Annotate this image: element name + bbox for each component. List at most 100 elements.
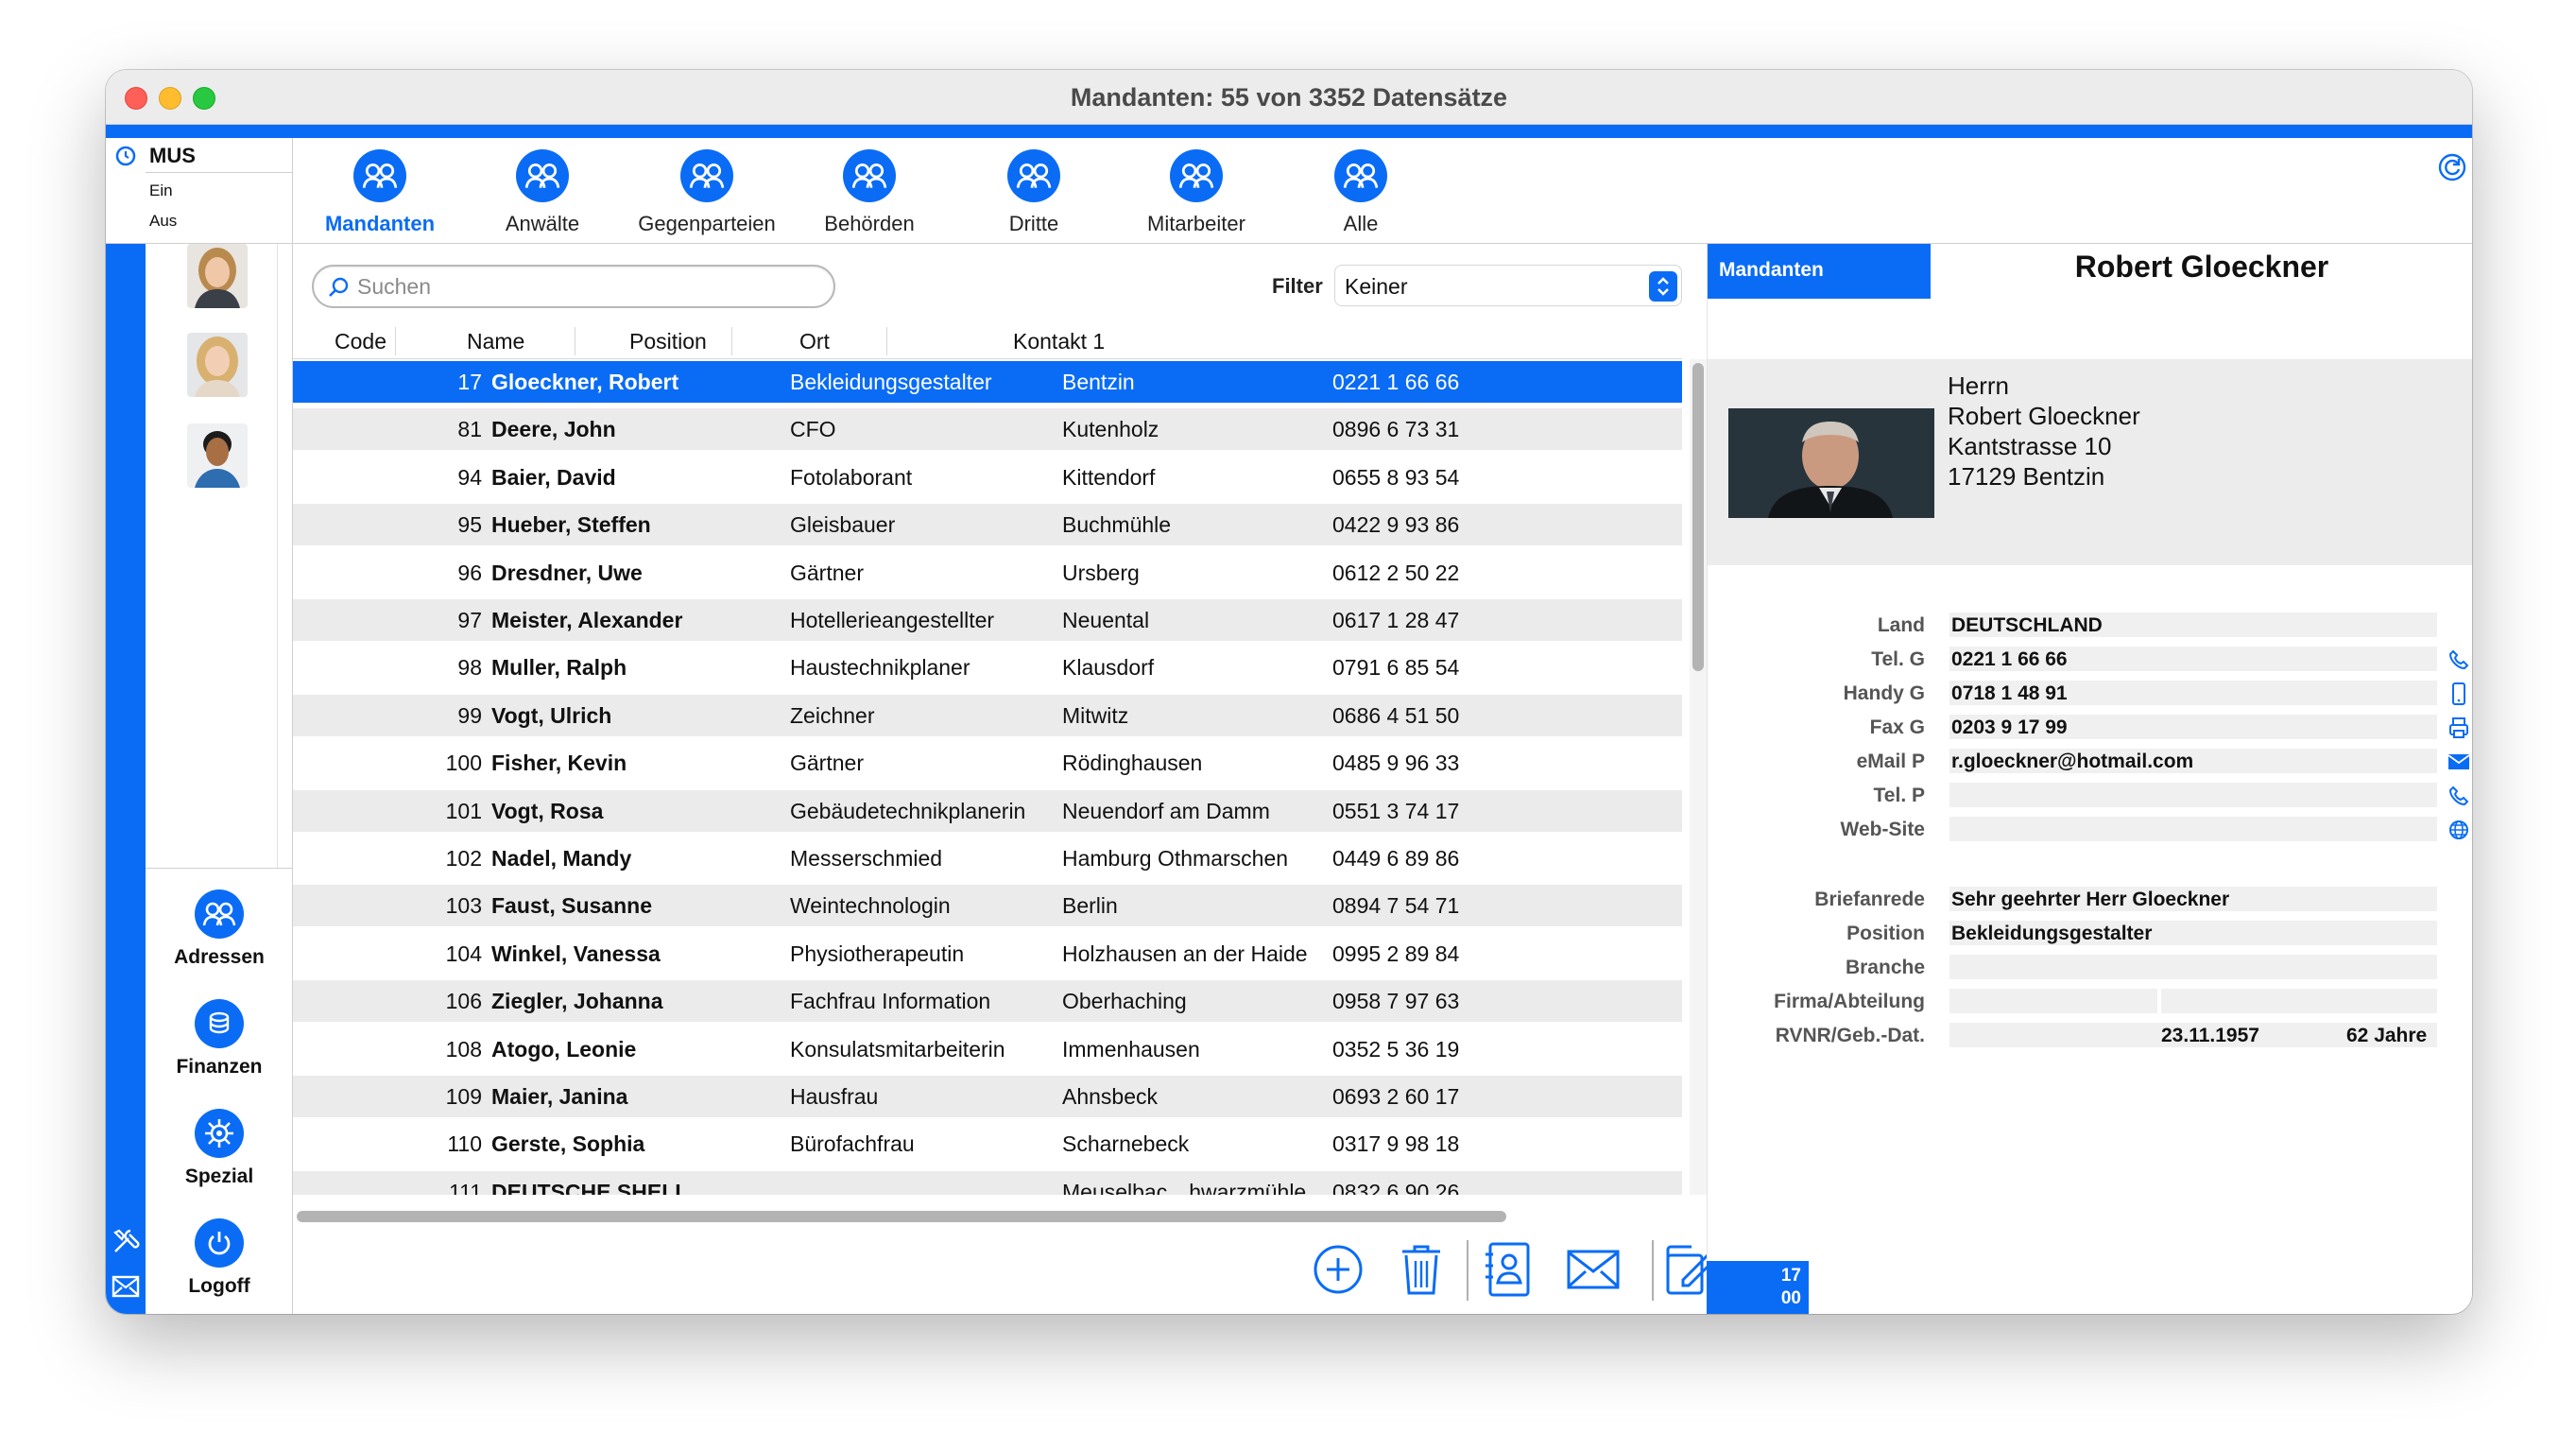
tab-dritte[interactable]: Dritte <box>949 149 1119 236</box>
tab-alle[interactable]: Alle <box>1276 149 1446 236</box>
tab-anwaelte[interactable]: Anwälte <box>457 149 627 236</box>
table-row[interactable]: 100 Fisher, Kevin Gärtner Rödinghausen 0485 … <box>293 742 1682 784</box>
search-field[interactable] <box>312 265 835 308</box>
table-row[interactable]: 81 Deere, John CFO Kutenholz 0896 6 73 31 <box>293 408 1682 451</box>
column-header-position[interactable]: Position <box>629 329 707 354</box>
horizontal-scrollbar[interactable] <box>293 1208 1682 1225</box>
aus-row[interactable]: Aus <box>106 206 293 236</box>
field-value[interactable]: 0221 1 66 66 <box>1949 647 2437 671</box>
cell-code: 94 <box>457 464 482 490</box>
table-row[interactable]: 101 Vogt, Rosa Gebäudetechnikplanerin Neuen… <box>293 789 1682 832</box>
table-row[interactable]: 103 Faust, Susanne Weintechnologin Berlin 08… <box>293 885 1682 927</box>
mail-icon[interactable] <box>2447 750 2471 774</box>
tab-behoerden[interactable]: Behörden <box>784 149 954 236</box>
avatar[interactable] <box>187 244 248 308</box>
table-row[interactable]: 111 DEUTSCHE SHELL Meuselbac…hwarzmühle 083… <box>293 1170 1682 1195</box>
delete-button[interactable] <box>1393 1240 1450 1299</box>
cell-code: 104 <box>445 941 482 966</box>
phone-icon[interactable] <box>2447 784 2471 808</box>
search-input[interactable] <box>357 272 811 301</box>
field-value-secondary[interactable] <box>2161 989 2437 1013</box>
phone-icon[interactable] <box>2447 647 2471 672</box>
mus-panel: MUS Ein Aus <box>106 138 293 244</box>
table-row[interactable]: 97 Meister, Alexander Hotellerieangestellt… <box>293 599 1682 641</box>
nav-logoff[interactable]: Logoff <box>146 1218 293 1298</box>
field-value[interactable]: 23.11.1957 62 Jahre <box>1949 1023 2437 1047</box>
cell-ort: Berlin <box>1062 893 1118 919</box>
column-header-kontakt[interactable]: Kontakt 1 <box>1013 329 1105 354</box>
address-line: Herrn <box>1948 371 2010 400</box>
field-value[interactable]: DEUTSCHLAND <box>1949 613 2437 637</box>
column-header-code[interactable]: Code <box>335 329 386 354</box>
mobile-icon[interactable] <box>2447 682 2471 706</box>
field-value[interactable]: 0203 9 17 99 <box>1949 715 2437 739</box>
search-icon <box>327 276 350 303</box>
cell-position: Messerschmied <box>790 846 943 871</box>
send-mail-button[interactable] <box>1565 1240 1622 1299</box>
globe-icon[interactable] <box>2447 818 2471 842</box>
mus-label: MUS <box>149 144 196 167</box>
scroll-thumb[interactable] <box>297 1211 1506 1222</box>
table-row[interactable]: 104 Winkel, Vanessa Physiotherapeutin Holzh… <box>293 933 1682 975</box>
table-row[interactable]: 99 Vogt, Ulrich Zeichner Mitwitz 0686 4 51 5… <box>293 694 1682 736</box>
field-value-text: 0203 9 17 99 <box>1951 716 2068 738</box>
tab-mitarbeiter[interactable]: Mitarbeiter <box>1111 149 1281 236</box>
cell-name: Atogo, Leonie <box>491 1036 637 1062</box>
field-position: Position Bekleidungsgestalter <box>1708 921 2472 947</box>
table-row[interactable]: 109 Maier, Janina Hausfrau Ahnsbeck 0693 2 6… <box>293 1076 1682 1117</box>
ein-row[interactable]: Ein <box>106 176 293 206</box>
field-label: Fax G <box>1869 716 1925 738</box>
table-row[interactable]: 108 Atogo, Leonie Konsulatsmitarbeiterin Im… <box>293 1028 1682 1070</box>
table-row[interactable]: 17 Gloeckner, Robert Bekleidungsgestalter B… <box>293 361 1682 403</box>
field-rvnr: RVNR/Geb.-Dat. 23.11.1957 62 Jahre <box>1708 1023 2472 1049</box>
tab-label: Anwälte <box>505 212 580 235</box>
field-value-text: 0718 1 48 91 <box>1951 682 2068 704</box>
cell-position: Weintechnologin <box>790 893 951 919</box>
tab-mandanten[interactable]: Mandanten <box>295 149 465 236</box>
clock-display: 17 00 <box>1707 1261 1809 1314</box>
left-strip <box>106 138 146 1314</box>
table-row[interactable]: 96 Dresdner, Uwe Gärtner Ursberg 0612 2 50 2… <box>293 552 1682 594</box>
nav-adressen[interactable]: Adressen <box>146 889 293 969</box>
nav-spezial[interactable]: Spezial <box>146 1109 293 1188</box>
field-value[interactable]: Bekleidungsgestalter <box>1949 921 2437 945</box>
address-book-button[interactable] <box>1480 1240 1537 1299</box>
address-line: Kantstrasse 10 <box>1948 432 2112 460</box>
fax-icon[interactable] <box>2447 716 2471 740</box>
vertical-scrollbar[interactable] <box>1690 359 1707 1195</box>
nav-finanzen[interactable]: Finanzen <box>146 999 293 1079</box>
field-value[interactable] <box>1949 955 2437 979</box>
field-value[interactable] <box>1949 817 2437 841</box>
tab-gegenparteien[interactable]: Gegenparteien <box>622 149 792 236</box>
cell-ort: Neuental <box>1062 608 1150 632</box>
table-row[interactable]: 110 Gerste, Sophia Bürofachfrau Scharnebeck… <box>293 1123 1682 1165</box>
field-value[interactable]: 0718 1 48 91 <box>1949 681 2437 705</box>
field-label: Web-Site <box>1840 819 1925 840</box>
table-row[interactable]: 102 Nadel, Mandy Messerschmied Hamburg Othm… <box>293 837 1682 879</box>
field-label: Handy G <box>1843 682 1925 704</box>
side-navigation: Adressen Finanzen Spezial Logoff <box>146 868 293 1314</box>
filter-select[interactable]: Keiner <box>1334 265 1682 306</box>
field-value[interactable]: r.gloeckner@hotmail.com <box>1949 749 2437 773</box>
field-value[interactable] <box>1949 783 2437 807</box>
tools-icon[interactable] <box>110 1225 142 1257</box>
table-row[interactable]: 106 Ziegler, Johanna Fachfrau Information O… <box>293 980 1682 1023</box>
mus-row[interactable]: MUS <box>106 142 293 170</box>
detail-tab[interactable]: Mandanten <box>1708 244 1931 299</box>
field-email-p: eMail P r.gloeckner@hotmail.com <box>1708 749 2472 775</box>
cell-ort: Mitwitz <box>1062 702 1129 728</box>
field-value[interactable]: Sehr geehrter Herr Gloeckner <box>1949 887 2437 911</box>
scroll-thumb[interactable] <box>1692 363 1704 671</box>
column-header-ort[interactable]: Ort <box>799 329 830 354</box>
avatar[interactable] <box>187 423 248 488</box>
table-row[interactable]: 95 Hueber, Steffen Gleisbauer Buchmühle 0422… <box>293 504 1682 546</box>
avatar[interactable] <box>187 333 248 397</box>
column-header-name[interactable]: Name <box>467 329 524 354</box>
refresh-icon[interactable] <box>2436 151 2468 183</box>
table-row[interactable]: 94 Baier, David Fotolaborant Kittendorf 0655… <box>293 457 1682 498</box>
field-value[interactable] <box>1949 989 2157 1013</box>
table-row[interactable]: 98 Muller, Ralph Haustechnikplaner Klausdor… <box>293 647 1682 688</box>
cell-kontakt: 0617 1 28 47 <box>1332 608 1460 632</box>
add-button[interactable] <box>1310 1240 1366 1299</box>
mail-icon[interactable] <box>110 1270 142 1303</box>
